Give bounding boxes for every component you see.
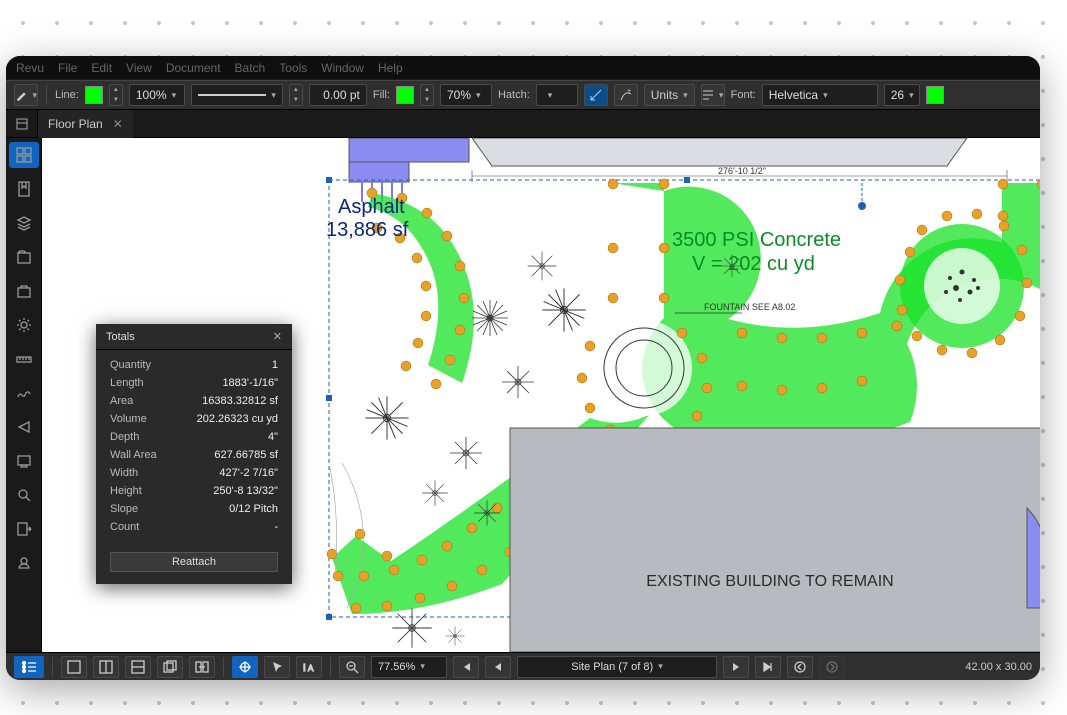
page-dimensions: 42.00 x 30.00 <box>965 661 1032 673</box>
fill-opacity-field[interactable]: 70% <box>440 84 492 106</box>
font-size-dropdown[interactable]: 26 <box>884 84 920 106</box>
svg-text:A: A <box>308 664 314 673</box>
menu-tools[interactable]: Tools <box>279 61 307 75</box>
line-color-swatch[interactable] <box>85 86 103 104</box>
new-window-button[interactable] <box>157 656 183 678</box>
concrete-line1: 3500 PSI Concrete <box>672 229 841 251</box>
menu-help[interactable]: Help <box>378 61 403 75</box>
next-page-button[interactable] <box>723 656 749 678</box>
svg-text:+: + <box>627 88 631 95</box>
shapes-button[interactable] <box>9 414 39 440</box>
signature-button[interactable] <box>9 380 39 406</box>
nav-forward-button[interactable] <box>819 656 845 678</box>
pan-button[interactable] <box>232 656 258 678</box>
reattach-button[interactable]: Reattach <box>110 552 278 572</box>
markups-list-button[interactable] <box>14 656 44 678</box>
sync-view-button[interactable] <box>189 656 215 678</box>
file-access-button[interactable] <box>9 244 39 270</box>
tab-row: Floor Plan ✕ <box>6 110 1040 138</box>
curve-tool-button[interactable]: + <box>614 84 638 106</box>
left-side-panel <box>6 138 42 652</box>
tab-close-button[interactable]: ✕ <box>113 117 123 131</box>
status-bar: IA 77.56% Site Plan (7 of 8) 42.00 x 30.… <box>6 652 1040 680</box>
markup-tool-dropdown[interactable] <box>14 84 38 106</box>
toolbox-button[interactable] <box>9 278 39 304</box>
fill-stepper[interactable]: ▲▼ <box>420 84 434 106</box>
fill-color-swatch[interactable] <box>396 86 414 104</box>
menubar: Revu File Edit View Document Batch Tools… <box>6 56 1040 80</box>
fill-label: Fill: <box>373 89 390 101</box>
totals-title: Totals <box>106 331 135 343</box>
svg-text:I: I <box>303 663 306 674</box>
layers-button[interactable] <box>9 210 39 236</box>
asphalt-line2: 13,886 sf <box>326 219 409 241</box>
font-family-dropdown[interactable]: Helvetica <box>762 84 878 106</box>
page-selector[interactable]: Site Plan (7 of 8) <box>517 656 717 678</box>
measure-tool-button[interactable] <box>584 84 608 106</box>
menu-edit[interactable]: Edit <box>91 61 112 75</box>
tab-floor-plan[interactable]: Floor Plan ✕ <box>38 110 133 138</box>
location-button[interactable] <box>9 550 39 576</box>
point-stepper[interactable]: ▲▼ <box>289 84 303 106</box>
dimension-top: 276'-10 1/2" <box>718 166 766 176</box>
align-dropdown[interactable] <box>701 84 725 106</box>
menu-revu[interactable]: Revu <box>16 61 44 75</box>
first-page-button[interactable] <box>453 656 479 678</box>
existing-building-label: EXISTING BUILDING TO REMAIN <box>646 573 893 590</box>
search-button[interactable] <box>9 482 39 508</box>
main-toolbar: Line: ▲▼ 100% ▲▼ 0.00 pt Fill: ▲▼ 70% Ha… <box>6 80 1040 110</box>
settings-button[interactable] <box>9 312 39 338</box>
select-button[interactable] <box>264 656 290 678</box>
totals-val: 1 <box>272 359 278 371</box>
menu-view[interactable]: View <box>126 61 152 75</box>
split-horizontal-button[interactable] <box>125 656 151 678</box>
fountain-note: FOUNTAIN SEE A8.02 <box>704 302 795 312</box>
line-label: Line: <box>55 89 79 101</box>
nav-back-button[interactable] <box>787 656 813 678</box>
app-window: Revu File Edit View Document Batch Tools… <box>6 56 1040 680</box>
last-page-button[interactable] <box>755 656 781 678</box>
units-dropdown[interactable]: Units <box>644 84 695 106</box>
line-style-dropdown[interactable] <box>191 84 283 106</box>
zoom-level-field[interactable]: 77.56% <box>371 656 447 678</box>
font-label: Font: <box>731 89 756 101</box>
menu-document[interactable]: Document <box>166 61 221 75</box>
line-color-stepper[interactable]: ▲▼ <box>109 84 123 106</box>
totals-close-button[interactable]: ✕ <box>273 330 282 343</box>
measurements-button[interactable] <box>9 346 39 372</box>
totals-body: Quantity1 Length1883'-1/16" Area16383.32… <box>96 350 292 546</box>
text-select-button[interactable]: IA <box>296 656 322 678</box>
split-vertical-button[interactable] <box>93 656 119 678</box>
point-value-field[interactable]: 0.00 pt <box>309 84 367 106</box>
hatch-dropdown[interactable] <box>536 84 578 106</box>
export-button[interactable] <box>9 516 39 542</box>
studio-button[interactable] <box>9 448 39 474</box>
menu-window[interactable]: Window <box>321 61 364 75</box>
menu-batch[interactable]: Batch <box>235 61 266 75</box>
document-list-button[interactable] <box>6 110 38 138</box>
zoom-out-button[interactable] <box>339 656 365 678</box>
asphalt-line1: Asphalt <box>338 196 405 218</box>
prev-page-button[interactable] <box>485 656 511 678</box>
totals-panel: Totals ✕ Quantity1 Length1883'-1/16" Are… <box>96 324 292 584</box>
totals-key: Quantity <box>110 359 151 371</box>
hatch-label: Hatch: <box>498 89 530 101</box>
font-color-swatch[interactable] <box>926 86 944 104</box>
menu-file[interactable]: File <box>58 61 77 75</box>
bookmarks-button[interactable] <box>9 176 39 202</box>
tab-title: Floor Plan <box>48 117 103 131</box>
thumbnails-button[interactable] <box>9 142 39 168</box>
concrete-line2: V = 202 cu yd <box>692 253 815 275</box>
split-none-button[interactable] <box>61 656 87 678</box>
line-width-field[interactable]: 100% <box>129 84 185 106</box>
